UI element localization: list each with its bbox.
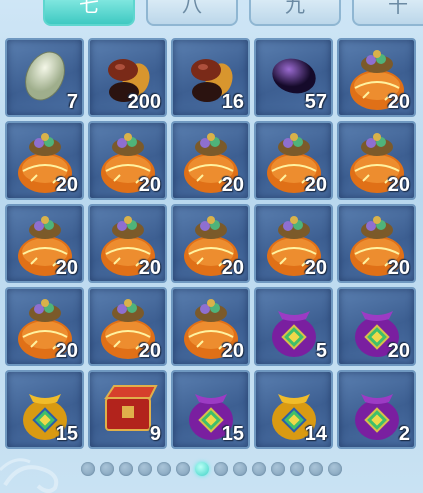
page-dot[interactable] xyxy=(214,462,228,476)
page-dot[interactable] xyxy=(290,462,304,476)
item-count: 20 xyxy=(387,257,410,279)
tab-8[interactable]: 八 xyxy=(146,0,238,26)
inventory-slot[interactable]: 20 xyxy=(337,204,416,283)
item-count: 20 xyxy=(221,257,244,279)
item-count: 20 xyxy=(138,340,161,362)
inventory-slot[interactable]: 7 xyxy=(5,38,84,117)
page-dot[interactable] xyxy=(252,462,266,476)
inventory-slot[interactable]: 20 xyxy=(88,121,167,200)
page-dot[interactable] xyxy=(119,462,133,476)
page-dot[interactable] xyxy=(233,462,247,476)
inventory-slot[interactable]: 15 xyxy=(171,370,250,449)
tab-7[interactable]: 七 xyxy=(43,0,135,26)
inventory-slot[interactable]: 20 xyxy=(88,287,167,366)
page-dot[interactable] xyxy=(309,462,323,476)
item-count: 9 xyxy=(149,423,161,445)
page-dot[interactable] xyxy=(195,462,209,476)
item-count: 7 xyxy=(66,91,78,113)
page-dot[interactable] xyxy=(271,462,285,476)
inventory-slot[interactable]: 20 xyxy=(337,121,416,200)
page-dot[interactable] xyxy=(157,462,171,476)
page-indicator xyxy=(0,460,423,478)
inventory-slot[interactable]: 20 xyxy=(337,38,416,117)
inventory-slot[interactable]: 20 xyxy=(5,121,84,200)
item-count: 20 xyxy=(221,174,244,196)
inventory-slot[interactable]: 20 xyxy=(171,121,250,200)
page-dot[interactable] xyxy=(328,462,342,476)
inventory-slot[interactable]: 14 xyxy=(254,370,333,449)
item-count: 20 xyxy=(138,174,161,196)
inventory-slot[interactable]: 20 xyxy=(5,287,84,366)
tab-9[interactable]: 九 xyxy=(249,0,341,26)
item-count: 20 xyxy=(138,257,161,279)
inventory-slot[interactable]: 200 xyxy=(88,38,167,117)
item-count: 16 xyxy=(221,91,244,113)
item-count: 20 xyxy=(304,174,327,196)
item-count: 20 xyxy=(387,174,410,196)
inventory-slot[interactable]: 20 xyxy=(254,121,333,200)
page-dot[interactable] xyxy=(81,462,95,476)
inventory-slot[interactable]: 20 xyxy=(88,204,167,283)
page-dot[interactable] xyxy=(176,462,190,476)
item-count: 2 xyxy=(398,423,410,445)
inventory-slot[interactable]: 57 xyxy=(254,38,333,117)
tab-10[interactable]: 十 xyxy=(352,0,423,26)
inventory-slot[interactable]: 16 xyxy=(171,38,250,117)
item-count: 15 xyxy=(221,423,244,445)
inventory-grid: 7 200 16 57 20 20 20 20 20 20 20 20 20 2… xyxy=(5,38,418,454)
inventory-slot[interactable]: 20 xyxy=(5,204,84,283)
page-dot[interactable] xyxy=(100,462,114,476)
inventory-slot[interactable]: 15 xyxy=(5,370,84,449)
inventory-slot[interactable]: 2 xyxy=(337,370,416,449)
item-count: 20 xyxy=(221,340,244,362)
page-tabs: 七 八 九 十 xyxy=(0,0,423,30)
item-count: 20 xyxy=(304,257,327,279)
item-count: 14 xyxy=(304,423,327,445)
item-count: 200 xyxy=(127,91,161,113)
inventory-slot[interactable]: 9 xyxy=(88,370,167,449)
item-count: 20 xyxy=(55,174,78,196)
inventory-slot[interactable]: 20 xyxy=(171,287,250,366)
inventory-slot[interactable]: 20 xyxy=(171,204,250,283)
page-dot[interactable] xyxy=(138,462,152,476)
inventory-slot[interactable]: 20 xyxy=(254,204,333,283)
inventory-slot[interactable]: 20 xyxy=(337,287,416,366)
item-count: 20 xyxy=(55,257,78,279)
item-count: 20 xyxy=(387,340,410,362)
inventory-slot[interactable]: 5 xyxy=(254,287,333,366)
item-count: 57 xyxy=(304,91,327,113)
item-count: 20 xyxy=(55,340,78,362)
item-count: 20 xyxy=(387,91,410,113)
item-count: 5 xyxy=(315,340,327,362)
